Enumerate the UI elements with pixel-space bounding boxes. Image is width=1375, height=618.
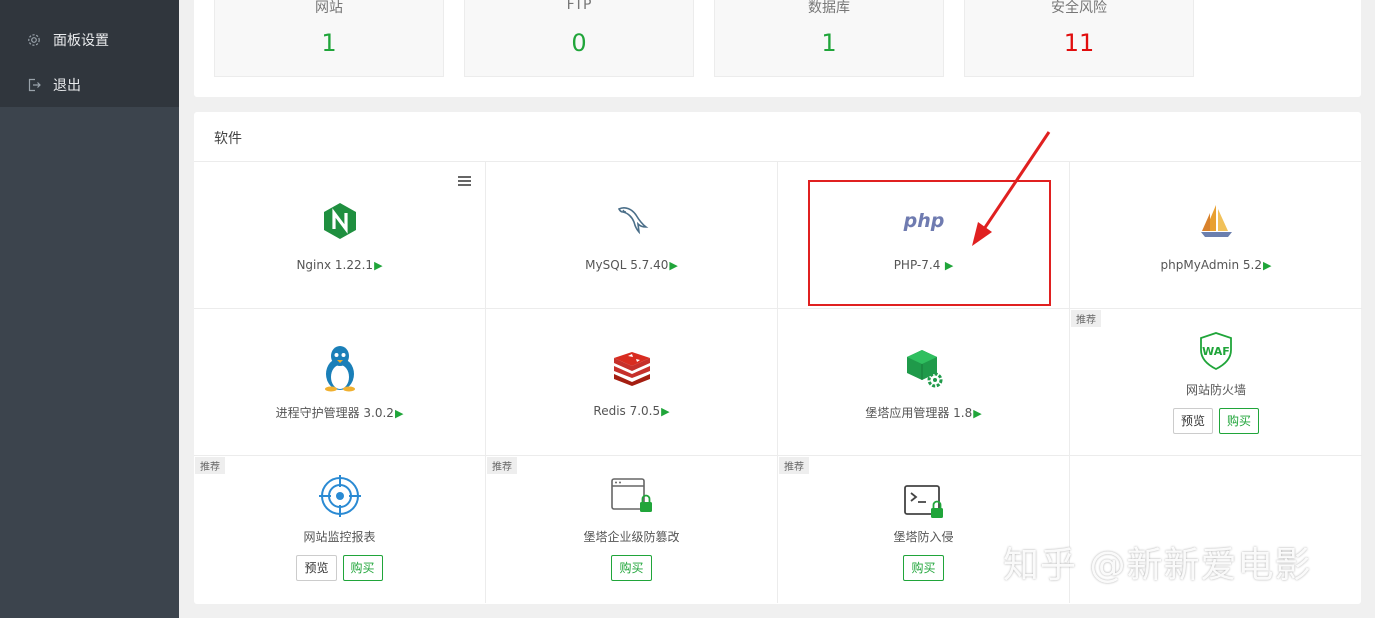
stat-websites[interactable]: 网站 1 [214,0,444,77]
buy-button[interactable]: 购买 [1219,408,1260,434]
stat-label: FTP [566,0,592,13]
sidebar-item-label: 退出 [53,78,81,94]
software-name[interactable]: 堡塔企业级防篡改 [486,528,777,545]
software-name[interactable]: Nginx 1.22.1▶ [194,258,485,272]
tamper-lock-window-icon [610,474,654,518]
watermark-text: 知乎 @新新爱电影 [1003,545,1312,586]
software-tile-nginx[interactable]: Nginx 1.22.1▶ [194,162,486,309]
software-card: 软件 Nginx 1.22.1▶ MySQL 5.7.40▶ php PHP-7… [194,112,1362,604]
software-tile-supervisor[interactable]: 进程守护管理器 3.0.2▶ [194,309,486,456]
play-icon[interactable]: ▶ [374,259,382,272]
recommended-tag: 推荐 [487,457,517,474]
nginx-icon [318,199,362,243]
sidebar-item-label: 面板设置 [53,33,109,49]
hamburger-menu-icon[interactable] [458,176,471,186]
stat-label: 数据库 [808,0,850,16]
stat-databases[interactable]: 数据库 1 [714,0,944,77]
action-buttons: 预览 购买 [1070,408,1362,434]
stat-value: 0 [571,29,587,57]
software-name[interactable]: 进程守护管理器 3.0.2▶ [194,404,485,421]
app-manager-cube-icon [902,346,946,390]
stat-label: 安全风险 [1051,0,1107,16]
play-icon[interactable]: ▶ [1263,259,1271,272]
software-name[interactable]: 堡塔应用管理器 1.8▶ [778,404,1069,421]
redis-icon [610,346,654,390]
stat-value: 1 [821,29,837,57]
logout-icon [26,77,42,93]
play-icon[interactable]: ▶ [395,407,403,420]
annotation-arrow-icon [972,131,1051,246]
software-tile-app-manager[interactable]: 堡塔应用管理器 1.8▶ [778,309,1070,456]
monitor-target-icon [318,474,362,518]
play-icon[interactable]: ▶ [669,259,677,272]
overview-stats-card: 网站 1 FTP 0 数据库 1 安全风险 11 [194,0,1361,97]
action-buttons: 购买 [486,555,777,581]
stat-ftp[interactable]: FTP 0 [464,0,694,77]
software-tile-phpmyadmin[interactable]: phpMyAdmin 5.2▶ [1070,162,1362,309]
stat-security-risks[interactable]: 安全风险 11 [964,0,1194,77]
software-name[interactable]: MySQL 5.7.40▶ [486,258,777,272]
svg-text:WAF: WAF [1202,345,1230,358]
stat-value: 1 [321,29,337,57]
waf-shield-icon: WAF [1194,329,1238,373]
software-name[interactable]: 网站监控报表 [194,528,485,545]
recommended-tag: 推荐 [779,457,809,474]
linux-penguin-icon [318,343,362,393]
software-tile-waf[interactable]: 推荐 WAF 网站防火墙 预览 购买 [1070,309,1362,456]
sidebar: 面板设置 退出 [0,0,179,618]
software-tile-redis[interactable]: Redis 7.0.5▶ [486,309,778,456]
buy-button[interactable]: 购买 [903,555,944,581]
software-tile-tamper-proof[interactable]: 推荐 堡塔企业级防篡改 购买 [486,456,778,603]
preview-button[interactable]: 预览 [1172,408,1213,434]
sidebar-item-panel-settings[interactable]: 面板设置 [0,18,179,62]
software-section-title: 软件 [214,131,242,147]
sidebar-item-logout[interactable]: 退出 [0,63,179,107]
stat-value: 11 [1063,29,1095,57]
gear-icon [26,32,42,48]
software-name[interactable]: Redis 7.0.5▶ [486,404,777,418]
software-tile-mysql[interactable]: MySQL 5.7.40▶ [486,162,778,309]
mysql-dolphin-icon [610,199,654,243]
stat-label: 网站 [315,0,343,16]
action-buttons: 预览 购买 [194,555,485,581]
play-icon[interactable]: ▶ [661,405,669,418]
buy-button[interactable]: 购买 [342,555,383,581]
terminal-lock-icon [902,480,946,524]
preview-button[interactable]: 预览 [296,555,337,581]
software-name[interactable]: phpMyAdmin 5.2▶ [1070,258,1362,272]
recommended-tag: 推荐 [195,457,225,474]
software-tile-site-monitor[interactable]: 推荐 网站监控报表 预览 购买 [194,456,486,603]
buy-button[interactable]: 购买 [611,555,652,581]
phpmyadmin-sailboat-icon [1194,199,1238,243]
play-icon[interactable]: ▶ [973,407,981,420]
recommended-tag: 推荐 [1071,310,1101,327]
software-name[interactable]: 网站防火墙 [1070,381,1362,398]
